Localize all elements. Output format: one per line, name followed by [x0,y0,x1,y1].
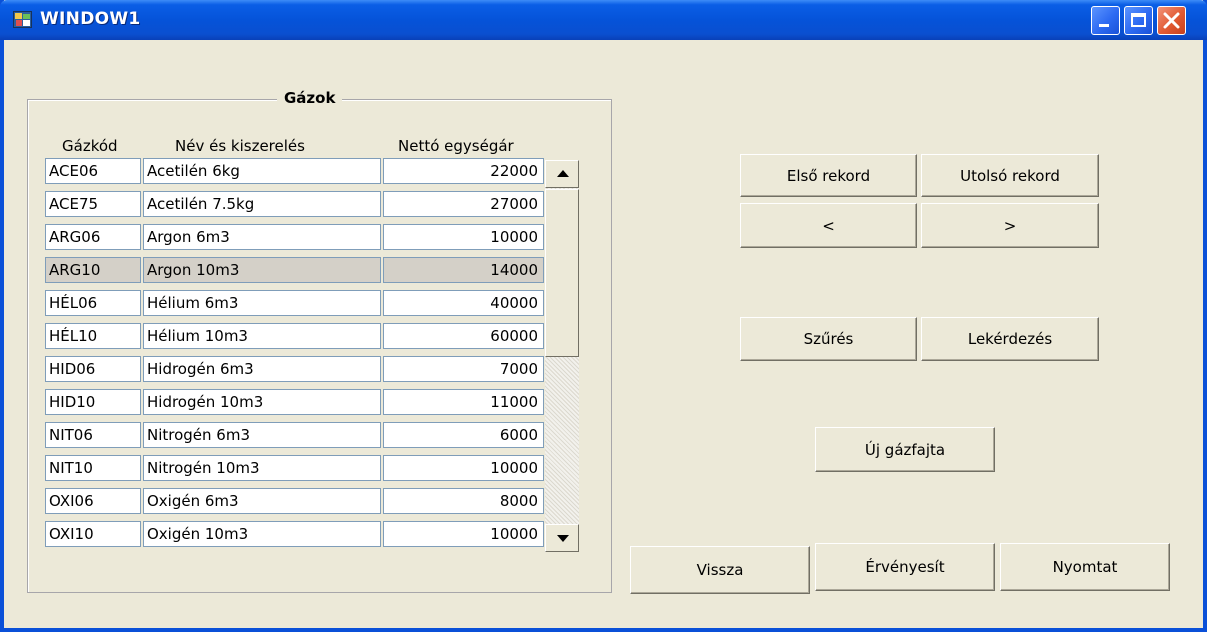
close-icon[interactable] [1157,6,1186,35]
first-record-button[interactable]: Első rekord [740,154,917,197]
cell-price[interactable]: 10000 [383,224,544,250]
cell-name[interactable]: Oxigén 10m3 [143,521,381,547]
previous-record-button[interactable]: < [740,203,917,248]
scroll-up-arrow-icon [557,170,569,177]
new-gas-type-label: Új gázfajta [864,440,946,459]
column-header-code: Gázkód [62,137,118,155]
title-bar[interactable]: WINDOW1 [0,0,1207,40]
cell-name[interactable]: Hélium 10m3 [143,323,381,349]
filter-button[interactable]: Szűrés [740,317,917,361]
apply-button[interactable]: Érvényesít [815,543,995,591]
back-label: Vissza [696,561,744,579]
first-record-label: Első rekord [786,166,871,185]
cell-code[interactable]: ARG06 [45,224,141,250]
cell-code[interactable]: HID06 [45,356,141,382]
scroll-down-button[interactable] [545,524,579,552]
cell-name[interactable]: Hidrogén 6m3 [143,356,381,382]
cell-code[interactable]: HÉL10 [45,323,141,349]
cell-name[interactable]: Argon 10m3 [143,257,381,283]
cell-name[interactable]: Nitrogén 10m3 [143,455,381,481]
print-label: Nyomtat [1052,558,1118,576]
cell-price[interactable]: 7000 [383,356,544,382]
scroll-down-arrow-icon [557,535,569,542]
cell-name[interactable]: Acetilén 6kg [143,158,381,184]
cell-code[interactable]: ACE06 [45,158,141,184]
maximize-icon[interactable] [1124,6,1153,35]
back-button[interactable]: Vissza [630,546,810,594]
cell-code[interactable]: OXI10 [45,521,141,547]
cell-code[interactable]: ARG10 [45,257,141,283]
minimize-icon[interactable] [1091,6,1120,35]
window-title: WINDOW1 [40,9,141,29]
query-label: Lekérdezés [967,330,1053,348]
cell-name[interactable]: Hidrogén 10m3 [143,389,381,415]
cell-price[interactable]: 27000 [383,191,544,217]
next-record-label: > [1003,216,1017,235]
cell-code[interactable]: NIT06 [45,422,141,448]
cell-price[interactable]: 11000 [383,389,544,415]
cell-code[interactable]: NIT10 [45,455,141,481]
cell-name[interactable]: Hélium 6m3 [143,290,381,316]
cell-price[interactable]: 14000 [383,257,544,283]
previous-record-label: < [822,216,835,235]
cell-price[interactable]: 6000 [383,422,544,448]
app-icon[interactable] [13,11,32,28]
next-record-button[interactable]: > [921,203,1099,248]
filter-label: Szűrés [803,330,854,348]
cell-price[interactable]: 40000 [383,290,544,316]
cell-price[interactable]: 22000 [383,158,544,184]
cell-price[interactable]: 8000 [383,488,544,514]
column-header-price: Nettó egységár [398,137,514,155]
cell-price[interactable]: 10000 [383,455,544,481]
apply-label: Érvényesít [865,558,945,576]
cell-price[interactable]: 60000 [383,323,544,349]
cell-code[interactable]: ACE75 [45,191,141,217]
query-button[interactable]: Lekérdezés [921,317,1099,361]
cell-price[interactable]: 10000 [383,521,544,547]
scrollbar-thumb[interactable] [545,189,579,357]
last-record-label: Utolsó rekord [960,166,1060,185]
cell-name[interactable]: Nitrogén 6m3 [143,422,381,448]
scroll-up-button[interactable] [545,160,579,188]
table-scrollbar[interactable] [545,160,579,552]
cell-name[interactable]: Argon 6m3 [143,224,381,250]
cell-code[interactable]: HID10 [45,389,141,415]
last-record-button[interactable]: Utolsó rekord [921,154,1099,197]
column-header-name: Név és kiszerelés [175,137,305,155]
cell-name[interactable]: Oxigén 6m3 [143,488,381,514]
cell-code[interactable]: OXI06 [45,488,141,514]
cell-code[interactable]: HÉL06 [45,290,141,316]
groupbox-title: Gázok [277,89,343,107]
cell-name[interactable]: Acetilén 7.5kg [143,191,381,217]
new-gas-type-button[interactable]: Új gázfajta [815,427,995,472]
print-button[interactable]: Nyomtat [1000,543,1170,591]
